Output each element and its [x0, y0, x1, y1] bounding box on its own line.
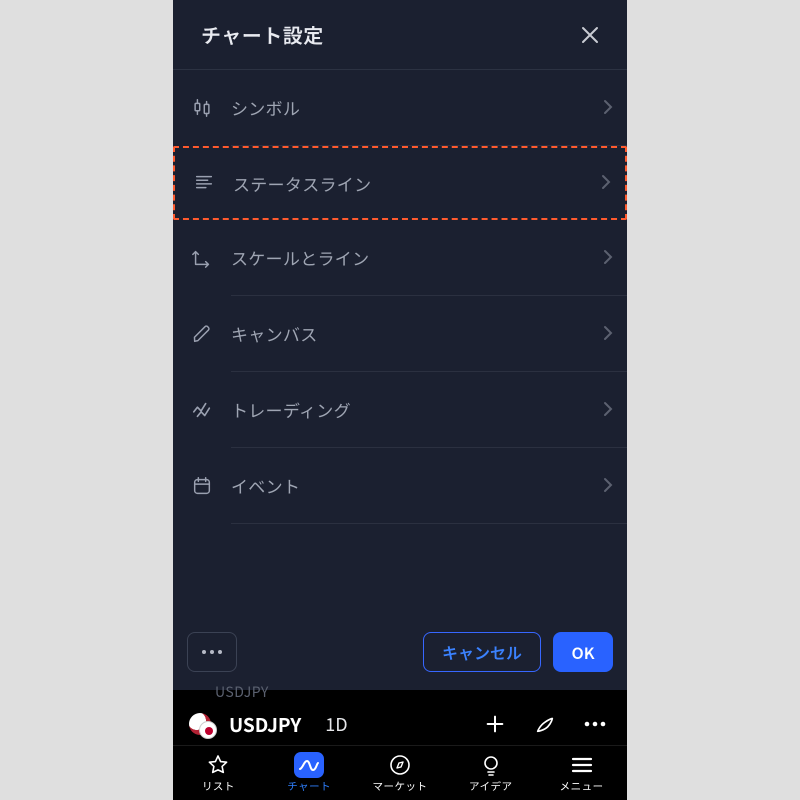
candlestick-icon — [191, 97, 231, 119]
more-horizontal-icon — [201, 649, 223, 655]
symbol-flag-icon — [189, 713, 211, 735]
chevron-right-icon — [603, 96, 613, 120]
settings-row-canvas[interactable]: キャンバス — [191, 296, 627, 371]
add-button[interactable] — [479, 708, 511, 740]
star-icon — [206, 752, 230, 778]
tab-label: メニュー — [560, 779, 604, 794]
trading-icon — [191, 399, 231, 421]
settings-row-trading[interactable]: トレーディング — [191, 372, 627, 447]
app-screen: チャート設定 シンボル — [173, 0, 627, 800]
watchlist-item: USDJPY — [215, 682, 269, 702]
settings-list: シンボル ステータスライン — [173, 70, 627, 524]
settings-row-statusline[interactable]: ステータスライン — [193, 148, 625, 218]
settings-row-symbol[interactable]: シンボル — [191, 70, 627, 145]
statusline-icon — [193, 172, 233, 194]
toolbar-more-button[interactable] — [579, 708, 611, 740]
draw-button[interactable] — [529, 708, 561, 740]
row-label: ステータスライン — [233, 171, 601, 196]
lightbulb-icon — [479, 752, 503, 778]
ok-button[interactable]: OK — [553, 632, 613, 672]
tab-market[interactable]: マーケット — [355, 752, 446, 794]
plus-icon — [484, 713, 506, 735]
tab-list[interactable]: リスト — [173, 752, 264, 794]
settings-row-statusline-highlight: ステータスライン — [173, 146, 627, 220]
sheet-title: チャート設定 — [201, 20, 324, 49]
settings-row-events[interactable]: イベント — [191, 448, 627, 523]
settings-row-scales-wrap: スケールとライン — [173, 220, 627, 296]
close-button[interactable] — [575, 20, 605, 50]
symbol-name[interactable]: USDJPY — [229, 711, 301, 738]
settings-row-symbol-wrap: シンボル — [173, 70, 627, 146]
symbol-toolbar: USDJPY 1D — [173, 700, 627, 748]
chevron-right-icon — [603, 322, 613, 346]
row-label: キャンバス — [231, 321, 603, 346]
tab-label: アイデア — [469, 779, 512, 794]
tab-label: マーケット — [372, 779, 427, 794]
settings-row-trading-wrap: トレーディング — [173, 372, 627, 448]
row-label: シンボル — [231, 95, 603, 120]
chart-icon — [294, 752, 324, 778]
more-options-button[interactable] — [187, 632, 237, 672]
compass-icon — [388, 752, 412, 778]
sheet-footer: キャンセル OK — [173, 632, 627, 672]
tab-ideas[interactable]: アイデア — [445, 752, 536, 794]
draw-pencil-icon — [534, 713, 556, 735]
calendar-icon — [191, 475, 231, 497]
timeframe-selector[interactable]: 1D — [325, 711, 347, 737]
chevron-right-icon — [601, 171, 611, 195]
chevron-right-icon — [603, 398, 613, 422]
row-label: イベント — [231, 473, 603, 498]
tab-menu[interactable]: メニュー — [536, 752, 627, 794]
close-icon — [580, 25, 600, 45]
settings-row-scales[interactable]: スケールとライン — [191, 220, 627, 295]
settings-row-canvas-wrap: キャンバス — [173, 296, 627, 372]
tab-label: リスト — [202, 779, 235, 794]
tab-label: チャート — [287, 779, 331, 794]
chevron-right-icon — [603, 474, 613, 498]
row-label: トレーディング — [231, 397, 603, 422]
cancel-button[interactable]: キャンセル — [423, 632, 541, 672]
bottom-tabbar: リスト チャート マーケット アイデア メニュー — [173, 745, 627, 800]
pencil-icon — [191, 323, 231, 345]
settings-row-events-wrap: イベント — [173, 448, 627, 524]
scales-icon — [191, 247, 231, 269]
more-horizontal-icon — [583, 721, 607, 727]
tab-chart[interactable]: チャート — [264, 752, 355, 794]
settings-sheet-header: チャート設定 — [173, 0, 627, 70]
row-label: スケールとライン — [231, 245, 603, 270]
chevron-right-icon — [603, 246, 613, 270]
menu-icon — [571, 752, 593, 778]
